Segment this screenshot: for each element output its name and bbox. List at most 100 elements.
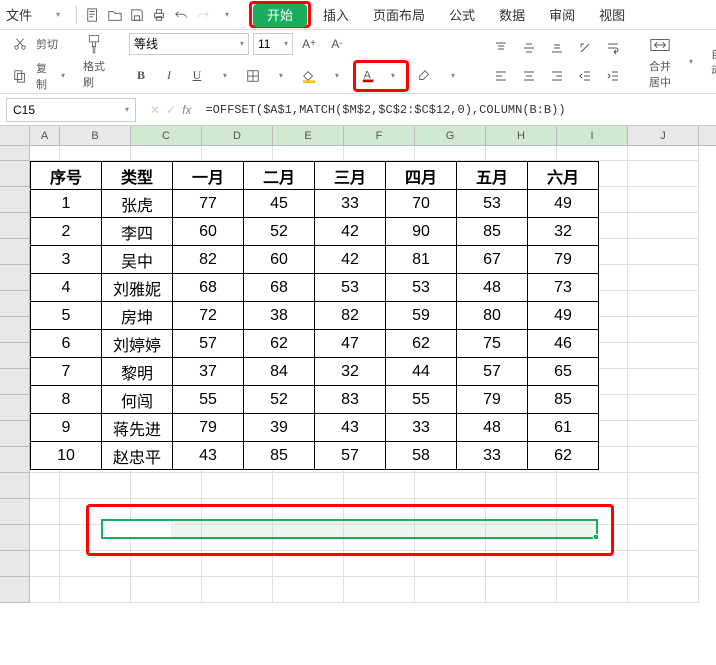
select-all-corner[interactable] bbox=[0, 126, 30, 145]
align-bottom-icon[interactable] bbox=[545, 36, 569, 60]
cell[interactable] bbox=[60, 577, 131, 603]
cell[interactable] bbox=[557, 473, 628, 499]
table-cell[interactable]: 53 bbox=[386, 274, 457, 302]
wrap-text-icon[interactable] bbox=[601, 36, 625, 60]
cell[interactable] bbox=[415, 473, 486, 499]
col-head-C[interactable]: C bbox=[131, 126, 202, 145]
table-cell[interactable]: 58 bbox=[386, 442, 457, 470]
row-head[interactable] bbox=[0, 161, 30, 187]
table-cell[interactable]: 2 bbox=[31, 218, 102, 246]
table-cell[interactable]: 65 bbox=[528, 358, 599, 386]
fill-dropdown-icon[interactable]: ▾ bbox=[325, 64, 349, 88]
cell[interactable] bbox=[344, 473, 415, 499]
table-cell[interactable]: 4 bbox=[31, 274, 102, 302]
cell[interactable] bbox=[415, 551, 486, 577]
table-cell[interactable]: 43 bbox=[173, 442, 244, 470]
cell[interactable] bbox=[131, 551, 202, 577]
table-cell[interactable]: 67 bbox=[457, 246, 528, 274]
table-cell[interactable]: 47 bbox=[315, 330, 386, 358]
cell[interactable] bbox=[628, 161, 699, 187]
cell[interactable] bbox=[628, 317, 699, 343]
cell[interactable] bbox=[486, 499, 557, 525]
table-cell[interactable]: 房坤 bbox=[102, 302, 173, 330]
file-dropdown-icon[interactable]: ▾ bbox=[46, 3, 70, 27]
cell[interactable] bbox=[628, 577, 699, 603]
table-cell[interactable]: 61 bbox=[528, 414, 599, 442]
cell[interactable] bbox=[557, 146, 628, 161]
row-head[interactable] bbox=[0, 369, 30, 395]
table-cell[interactable]: 79 bbox=[528, 246, 599, 274]
cell[interactable] bbox=[30, 146, 60, 161]
tab-start[interactable]: 开始 bbox=[253, 4, 307, 27]
auto-label[interactable]: 自动 bbox=[711, 46, 716, 78]
underline-button[interactable]: U bbox=[185, 64, 209, 88]
table-cell[interactable]: 9 bbox=[31, 414, 102, 442]
table-cell[interactable]: 82 bbox=[315, 302, 386, 330]
table-cell[interactable]: 62 bbox=[386, 330, 457, 358]
table-cell[interactable]: 48 bbox=[457, 414, 528, 442]
cell[interactable] bbox=[30, 551, 60, 577]
table-cell[interactable]: 何闯 bbox=[102, 386, 173, 414]
cell[interactable] bbox=[557, 551, 628, 577]
table-cell[interactable]: 85 bbox=[244, 442, 315, 470]
cell[interactable] bbox=[628, 265, 699, 291]
col-head-B[interactable]: B bbox=[60, 126, 131, 145]
table-cell[interactable]: 82 bbox=[173, 246, 244, 274]
table-cell[interactable]: 85 bbox=[457, 218, 528, 246]
table-cell[interactable]: 59 bbox=[386, 302, 457, 330]
cell[interactable] bbox=[628, 187, 699, 213]
table-cell[interactable]: 10 bbox=[31, 442, 102, 470]
table-cell[interactable]: 43 bbox=[315, 414, 386, 442]
cell[interactable] bbox=[415, 146, 486, 161]
table-cell[interactable]: 72 bbox=[173, 302, 244, 330]
row-head[interactable] bbox=[0, 551, 30, 577]
table-cell[interactable]: 46 bbox=[528, 330, 599, 358]
table-cell[interactable]: 85 bbox=[528, 386, 599, 414]
align-right-icon[interactable] bbox=[545, 64, 569, 88]
cell[interactable] bbox=[60, 473, 131, 499]
tab-formula[interactable]: 公式 bbox=[437, 1, 487, 28]
cell[interactable] bbox=[273, 146, 344, 161]
qat-undo-icon[interactable] bbox=[171, 4, 191, 26]
table-cell[interactable]: 刘雅妮 bbox=[102, 274, 173, 302]
file-menu[interactable]: 文件 bbox=[4, 1, 44, 28]
name-box[interactable]: C15▾ bbox=[6, 98, 136, 122]
cell[interactable] bbox=[486, 473, 557, 499]
table-cell[interactable]: 57 bbox=[173, 330, 244, 358]
cell[interactable] bbox=[628, 473, 699, 499]
table-cell[interactable]: 7 bbox=[31, 358, 102, 386]
row-head[interactable] bbox=[0, 265, 30, 291]
merge-dropdown-icon[interactable]: ▾ bbox=[679, 50, 703, 74]
cell[interactable] bbox=[628, 499, 699, 525]
table-cell[interactable]: 53 bbox=[457, 190, 528, 218]
cell[interactable] bbox=[486, 146, 557, 161]
table-cell[interactable]: 张虎 bbox=[102, 190, 173, 218]
cell[interactable] bbox=[557, 525, 628, 551]
cell[interactable] bbox=[344, 577, 415, 603]
col-head-A[interactable]: A bbox=[30, 126, 60, 145]
table-cell[interactable]: 1 bbox=[31, 190, 102, 218]
cell[interactable] bbox=[131, 473, 202, 499]
italic-button[interactable]: I bbox=[157, 64, 181, 88]
cell[interactable] bbox=[273, 551, 344, 577]
cell[interactable] bbox=[273, 525, 344, 551]
row-head[interactable] bbox=[0, 473, 30, 499]
table-cell[interactable]: 53 bbox=[315, 274, 386, 302]
table-cell[interactable]: 赵忠平 bbox=[102, 442, 173, 470]
qat-save-icon[interactable] bbox=[127, 4, 147, 26]
table-cell[interactable]: 44 bbox=[386, 358, 457, 386]
table-cell[interactable]: 90 bbox=[386, 218, 457, 246]
table-cell[interactable]: 79 bbox=[457, 386, 528, 414]
cell[interactable] bbox=[415, 525, 486, 551]
cell[interactable] bbox=[628, 291, 699, 317]
table-cell[interactable]: 33 bbox=[457, 442, 528, 470]
table-cell[interactable]: 37 bbox=[173, 358, 244, 386]
table-cell[interactable]: 39 bbox=[244, 414, 315, 442]
table-cell[interactable]: 75 bbox=[457, 330, 528, 358]
cell[interactable] bbox=[344, 525, 415, 551]
qat-redo-icon[interactable] bbox=[193, 4, 213, 26]
table-cell[interactable]: 42 bbox=[315, 218, 386, 246]
cell[interactable] bbox=[344, 146, 415, 161]
table-cell[interactable]: 77 bbox=[173, 190, 244, 218]
table-cell[interactable]: 81 bbox=[386, 246, 457, 274]
